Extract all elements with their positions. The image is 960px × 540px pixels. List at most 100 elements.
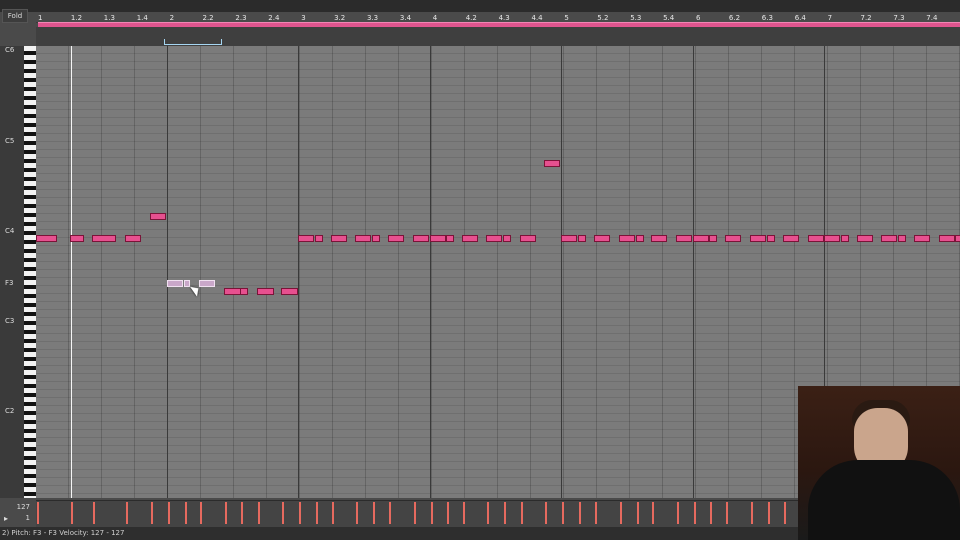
velocity-bar[interactable] <box>168 502 170 524</box>
velocity-bar[interactable] <box>487 502 489 524</box>
midi-note[interactable] <box>388 235 404 242</box>
velocity-bar[interactable] <box>504 502 506 524</box>
midi-note[interactable] <box>92 235 116 242</box>
velocity-bar[interactable] <box>545 502 547 524</box>
velocity-bar[interactable] <box>316 502 318 524</box>
velocity-bar[interactable] <box>726 502 728 524</box>
piano-keyboard[interactable] <box>24 46 36 498</box>
midi-note[interactable] <box>676 235 692 242</box>
midi-note[interactable] <box>125 235 141 242</box>
midi-note[interactable] <box>413 235 429 242</box>
velocity-bar[interactable] <box>373 502 375 524</box>
midi-note[interactable] <box>693 235 709 242</box>
velocity-bar[interactable] <box>225 502 227 524</box>
ruler-tick-label: 6 <box>696 14 701 22</box>
midi-note[interactable] <box>446 235 454 242</box>
top-strip <box>0 0 960 12</box>
velocity-bar[interactable] <box>37 502 39 524</box>
velocity-bar[interactable] <box>126 502 128 524</box>
midi-note[interactable] <box>281 288 298 295</box>
velocity-bar[interactable] <box>710 502 712 524</box>
midi-note[interactable] <box>167 280 183 287</box>
midi-note[interactable] <box>224 288 241 295</box>
midi-note[interactable] <box>462 235 478 242</box>
midi-note[interactable] <box>486 235 502 242</box>
velocity-bar[interactable] <box>151 502 153 524</box>
midi-note[interactable] <box>36 235 57 242</box>
velocity-bar[interactable] <box>677 502 679 524</box>
ruler-tick-label: 2.2 <box>202 14 214 22</box>
midi-note[interactable] <box>594 235 610 242</box>
midi-note[interactable] <box>709 235 717 242</box>
midi-note[interactable] <box>199 280 215 287</box>
midi-note[interactable] <box>841 235 849 242</box>
velocity-bar[interactable] <box>447 502 449 524</box>
velocity-bar[interactable] <box>784 502 786 524</box>
velocity-bar[interactable] <box>620 502 622 524</box>
ruler-tick-label: 6.3 <box>761 14 773 22</box>
midi-note[interactable] <box>725 235 741 242</box>
velocity-bar[interactable] <box>200 502 202 524</box>
velocity-bar[interactable] <box>595 502 597 524</box>
velocity-bar[interactable] <box>637 502 639 524</box>
velocity-bar[interactable] <box>431 502 433 524</box>
velocity-bar[interactable] <box>241 502 243 524</box>
midi-note[interactable] <box>578 235 586 242</box>
velocity-bar[interactable] <box>694 502 696 524</box>
midi-note[interactable] <box>70 235 84 242</box>
ruler-tick-label: 3.3 <box>367 14 379 22</box>
midi-note[interactable] <box>257 288 274 295</box>
midi-note[interactable] <box>520 235 536 242</box>
midi-note[interactable] <box>808 235 824 242</box>
midi-note[interactable] <box>355 235 371 242</box>
midi-note[interactable] <box>783 235 799 242</box>
velocity-bar[interactable] <box>299 502 301 524</box>
midi-note[interactable] <box>651 235 667 242</box>
midi-note[interactable] <box>240 288 248 295</box>
selection-bracket[interactable] <box>164 39 222 45</box>
playhead[interactable] <box>71 46 72 498</box>
velocity-bar[interactable] <box>258 502 260 524</box>
velocity-toggle-icon[interactable]: ▸ <box>4 514 8 523</box>
midi-note[interactable] <box>881 235 897 242</box>
midi-note[interactable] <box>824 235 840 242</box>
midi-note[interactable] <box>150 213 166 220</box>
fold-button[interactable]: Fold <box>2 9 28 23</box>
velocity-bar[interactable] <box>332 502 334 524</box>
midi-note[interactable] <box>430 235 446 242</box>
velocity-scale: 127 1 <box>6 502 30 524</box>
note-label-c4: C4 <box>5 227 15 235</box>
velocity-bar[interactable] <box>463 502 465 524</box>
velocity-bar[interactable] <box>71 502 73 524</box>
velocity-bar[interactable] <box>652 502 654 524</box>
velocity-bar[interactable] <box>579 502 581 524</box>
velocity-bar[interactable] <box>282 502 284 524</box>
midi-note[interactable] <box>939 235 955 242</box>
velocity-bar[interactable] <box>562 502 564 524</box>
velocity-bar[interactable] <box>389 502 391 524</box>
midi-note[interactable] <box>298 235 314 242</box>
midi-note[interactable] <box>372 235 380 242</box>
velocity-bar[interactable] <box>768 502 770 524</box>
velocity-bar[interactable] <box>185 502 187 524</box>
midi-note[interactable] <box>857 235 873 242</box>
midi-note[interactable] <box>914 235 930 242</box>
midi-note[interactable] <box>561 235 577 242</box>
midi-note[interactable] <box>315 235 323 242</box>
velocity-bar[interactable] <box>356 502 358 524</box>
midi-note[interactable] <box>750 235 766 242</box>
midi-note[interactable] <box>503 235 511 242</box>
midi-note[interactable] <box>619 235 635 242</box>
midi-note[interactable] <box>636 235 644 242</box>
velocity-bar[interactable] <box>414 502 416 524</box>
velocity-bar[interactable] <box>521 502 523 524</box>
ruler-tick-label: 2.3 <box>235 14 247 22</box>
midi-note[interactable] <box>331 235 347 242</box>
velocity-bar[interactable] <box>751 502 753 524</box>
velocity-bar[interactable] <box>93 502 95 524</box>
ruler-tick-label: 5 <box>564 14 569 22</box>
midi-note[interactable] <box>767 235 775 242</box>
midi-note[interactable] <box>898 235 906 242</box>
midi-note[interactable] <box>544 160 560 167</box>
midi-note[interactable] <box>955 235 960 242</box>
